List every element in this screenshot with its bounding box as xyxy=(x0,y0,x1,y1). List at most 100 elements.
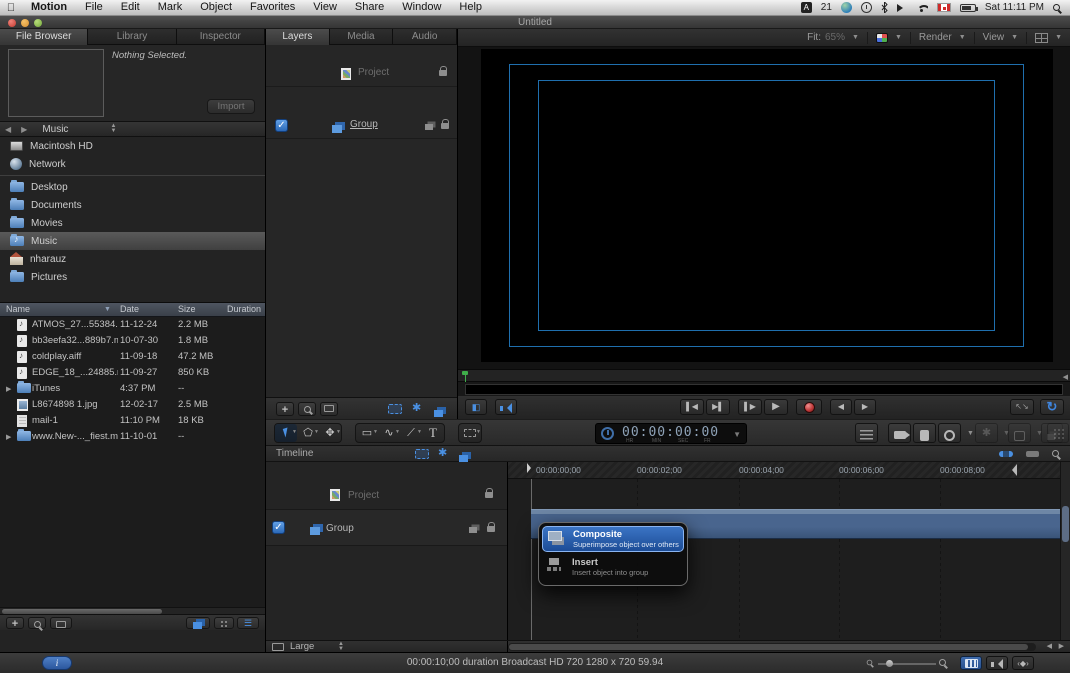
search-button[interactable] xyxy=(28,617,46,629)
icon-view-button[interactable] xyxy=(214,617,234,629)
play-range-scrubber[interactable]: ◀ xyxy=(458,369,1070,382)
timeline-ruler[interactable]: 00:00:00;0000:00:02;0000:00:04;0000:00:0… xyxy=(508,462,1060,479)
zoom-level-value[interactable]: 65% xyxy=(825,32,845,43)
lock-icon[interactable] xyxy=(487,526,495,532)
channels-caret-icon[interactable]: ▼ xyxy=(895,34,902,41)
drop-menu-item-insert[interactable]: Insert Insert object into group xyxy=(542,555,684,579)
sidebar-item-macintosh-hd[interactable]: Macintosh HD xyxy=(0,137,265,155)
add-layer-button[interactable] xyxy=(276,402,294,416)
file-row-itunes[interactable]: ▶iTunes4:37 PM-- xyxy=(0,381,265,397)
wifi-icon[interactable] xyxy=(916,4,928,12)
track-height-icon[interactable] xyxy=(1026,451,1039,457)
timeline-row-project[interactable]: Project xyxy=(266,480,507,510)
menu-motion[interactable]: Motion xyxy=(22,0,76,15)
menu-share[interactable]: Share xyxy=(346,0,393,15)
search-layers-button[interactable] xyxy=(298,402,316,416)
timeline-zoom-slider[interactable] xyxy=(866,659,950,668)
tab-media[interactable]: Media xyxy=(330,29,394,45)
next-frame-button[interactable]: ▶ xyxy=(854,399,876,415)
tab-audio[interactable]: Audio xyxy=(393,29,457,45)
track-size-stepper-icon[interactable]: ▲▼ xyxy=(338,642,344,652)
file-row-bb3eefa32-889b7-mp3[interactable]: bb3eefa32...889b7.mp310-07-301.8 MB xyxy=(0,333,265,349)
retime-caret-icon[interactable]: ▼ xyxy=(967,430,974,437)
file-row-atmos-27-55384-mp3[interactable]: ATMOS_27...55384.mp311-12-242.2 MB xyxy=(0,317,265,333)
go-to-start-button[interactable]: ▌◀ xyxy=(680,399,704,415)
menu-window[interactable]: Window xyxy=(393,0,450,15)
lock-icon[interactable] xyxy=(439,70,447,76)
layers-blue-icon[interactable] xyxy=(459,455,468,462)
timeline-hscrollbar[interactable] xyxy=(508,643,1036,651)
add-button[interactable] xyxy=(6,617,24,629)
file-row-edge-18-24885-mp3[interactable]: EDGE_18_...24885.mp311-09-27850 KB xyxy=(0,365,265,381)
pan-tool[interactable]: ✥▼ xyxy=(319,424,341,442)
file-row-www-new-fiest-metal[interactable]: ▶www.New-..._fiest.metal11-10-01-- xyxy=(0,429,265,445)
volume-icon[interactable] xyxy=(897,4,907,12)
timeline-vscrollbar[interactable] xyxy=(1060,462,1070,640)
fullscreen-button[interactable]: ↖↘ xyxy=(1010,399,1034,415)
select-tool[interactable]: ▼ xyxy=(275,424,297,442)
file-list-hscrollbar[interactable] xyxy=(0,607,265,614)
tab-layers[interactable]: Layers xyxy=(266,29,330,45)
mini-timeline[interactable] xyxy=(465,384,1063,395)
layout-grid-icon[interactable] xyxy=(1035,33,1048,43)
location-stepper-icon[interactable]: ▲▼ xyxy=(110,124,116,134)
menu-edit[interactable]: Edit xyxy=(112,0,149,15)
menu-clock[interactable]: Sat 11:11 PM xyxy=(985,2,1044,13)
layout-caret-icon[interactable]: ▼ xyxy=(1055,34,1062,41)
select-rectangle-icon[interactable] xyxy=(388,404,402,414)
render-caret-icon[interactable]: ▼ xyxy=(959,34,966,41)
behaviors-icon[interactable] xyxy=(438,446,447,459)
apple-menu-icon[interactable]:  xyxy=(0,2,22,14)
layer-row-project[interactable]: Project xyxy=(266,61,457,87)
add-filter-button[interactable] xyxy=(1008,423,1031,443)
loop-playback-button[interactable] xyxy=(1040,399,1064,415)
snapping-icon[interactable] xyxy=(999,451,1013,457)
behaviors-icon[interactable] xyxy=(412,401,421,414)
scroll-right-icon[interactable]: ▶ xyxy=(1059,642,1064,650)
battery-icon[interactable] xyxy=(960,4,976,12)
record-animation-button[interactable] xyxy=(913,423,936,443)
new-camera-button[interactable] xyxy=(888,423,911,443)
activation-checkbox[interactable] xyxy=(275,119,288,132)
zoom-slider-knob[interactable] xyxy=(886,660,893,667)
show-project-pane-button[interactable]: ◧ xyxy=(465,399,487,415)
preview-toggle-button[interactable] xyxy=(50,617,72,629)
timeline-end-marker[interactable] xyxy=(1012,464,1017,476)
show-timeline-button[interactable] xyxy=(960,656,982,670)
column-header-duration[interactable]: Duration xyxy=(227,303,261,316)
location-dropdown[interactable]: Music xyxy=(42,124,68,135)
timecode-caret-icon[interactable]: ▼ xyxy=(733,430,741,439)
play-button[interactable]: ▶ xyxy=(764,399,788,415)
menu-object[interactable]: Object xyxy=(191,0,241,15)
retime-button[interactable] xyxy=(938,423,961,443)
record-button[interactable] xyxy=(796,399,822,415)
drop-menu-item-composite[interactable]: Composite Superimpose object over others xyxy=(542,526,684,552)
transform-tool[interactable]: ⬠▼ xyxy=(297,424,319,442)
sidebar-item-music[interactable]: Music xyxy=(0,232,265,250)
filter-layers-button[interactable] xyxy=(320,402,338,416)
disclosure-triangle-icon[interactable]: ▶ xyxy=(6,433,11,441)
go-to-end-button[interactable]: ▶▌ xyxy=(706,399,730,415)
column-header-date[interactable]: Date xyxy=(120,303,139,316)
audio-mute-button[interactable] xyxy=(495,399,517,415)
paint-stroke-tool[interactable]: ⟋▼ xyxy=(400,424,422,442)
timeline-row-group[interactable]: Group xyxy=(266,510,507,546)
sidebar-item-pictures[interactable]: Pictures xyxy=(0,268,265,286)
disclosure-triangle-icon[interactable]: ▶ xyxy=(6,385,11,393)
tab-library[interactable]: Library xyxy=(88,29,176,45)
select-rectangle-icon[interactable] xyxy=(415,449,429,459)
menu-favorites[interactable]: Favorites xyxy=(241,0,304,15)
bluetooth-icon[interactable] xyxy=(881,2,888,13)
show-audio-button[interactable] xyxy=(986,656,1008,670)
sidebar-item-network[interactable]: Network xyxy=(0,155,265,173)
play-range-end-marker[interactable]: ◀ xyxy=(1063,373,1068,381)
previous-frame-button[interactable]: ◀ xyxy=(830,399,852,415)
play-range-start-marker[interactable] xyxy=(462,371,468,382)
bezier-tool[interactable]: ∿▼ xyxy=(378,424,400,442)
file-row-coldplay-aiff[interactable]: coldplay.aiff11-09-1847.2 MB xyxy=(0,349,265,365)
view-caret-icon[interactable]: ▼ xyxy=(1011,34,1018,41)
timeline-zoom-icon[interactable] xyxy=(1052,450,1059,457)
forward-arrow-icon[interactable]: ▶ xyxy=(16,125,32,134)
view-menu[interactable]: View xyxy=(983,32,1005,43)
playhead-marker[interactable] xyxy=(527,463,531,473)
